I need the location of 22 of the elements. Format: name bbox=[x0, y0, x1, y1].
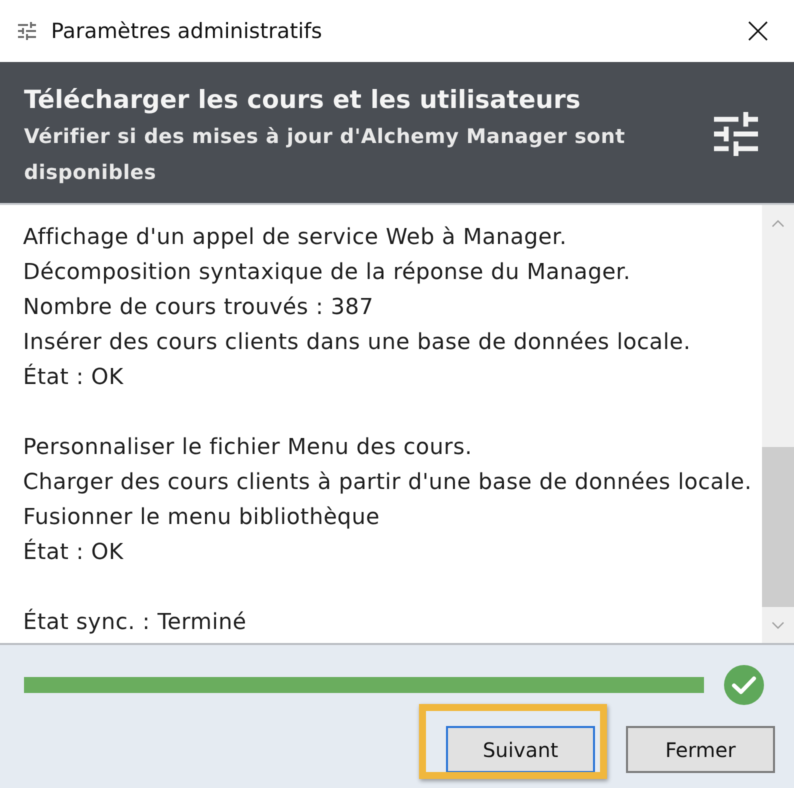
log-line: Affichage d'un appel de service Web à Manager. bbox=[23, 224, 567, 252]
scrollbar-track[interactable] bbox=[762, 205, 794, 643]
log-line: État sync. : Terminé bbox=[23, 608, 246, 637]
log-line: État : OK bbox=[23, 362, 124, 392]
sliders-icon bbox=[714, 112, 758, 156]
log-line: Charger des cours clients à partir d'une base de données locale. bbox=[23, 469, 752, 497]
log-line: État : OK bbox=[23, 538, 124, 567]
chevron-up-icon bbox=[772, 220, 784, 226]
close-icon bbox=[748, 21, 768, 41]
next-button[interactable]: Suivant bbox=[446, 726, 595, 773]
window-title: Paramètres administratifs bbox=[51, 19, 324, 43]
log-line: Nombre de cours trouvés : 387 bbox=[23, 294, 374, 322]
log-line: Insérer des cours clients dans une base de données locale. bbox=[23, 329, 691, 357]
close-dialog-button[interactable]: Fermer bbox=[626, 726, 775, 773]
header-title: Télécharger les cours et les utilisateurs bbox=[24, 84, 581, 116]
log-line: Décomposition syntaxique de la réponse du Manager. bbox=[23, 259, 631, 287]
log-line: Personnaliser le fichier Menu des cours. bbox=[23, 434, 472, 462]
sliders-icon bbox=[18, 22, 36, 40]
log-line: Fusionner le menu bibliothèque bbox=[23, 504, 380, 532]
scroll-thumb[interactable] bbox=[762, 447, 794, 607]
chevron-down-icon bbox=[772, 622, 784, 628]
header-subtitle: Vérifier si des mises à jour d'Alchemy Manager sont disponibles bbox=[24, 123, 626, 186]
